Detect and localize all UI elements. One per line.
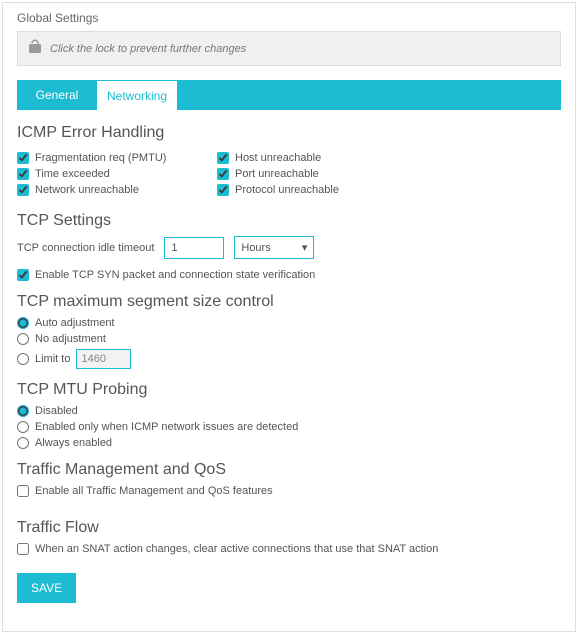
- tcp-heading: TCP Settings: [17, 212, 561, 230]
- timeout-input[interactable]: [164, 237, 224, 259]
- label-time-exceeded: Time exceeded: [35, 168, 110, 180]
- label-mtu-auto: Enabled only when ICMP network issues ar…: [35, 421, 298, 433]
- checkbox-host-unreachable[interactable]: [217, 152, 229, 164]
- label-flow-snat: When an SNAT action changes, clear activ…: [35, 543, 438, 555]
- mss-limit-input: [76, 349, 131, 369]
- label-port-unreachable: Port unreachable: [235, 168, 319, 180]
- label-host-unreachable: Host unreachable: [235, 152, 321, 164]
- lock-icon[interactable]: [26, 38, 44, 59]
- checkbox-port-unreachable[interactable]: [217, 168, 229, 180]
- mss-heading: TCP maximum segment size control: [17, 293, 561, 311]
- label-tcp-syn: Enable TCP SYN packet and connection sta…: [35, 269, 315, 281]
- checkbox-flow-snat[interactable]: [17, 543, 29, 555]
- mtu-heading: TCP MTU Probing: [17, 381, 561, 399]
- flow-heading: Traffic Flow: [17, 519, 561, 537]
- label-mtu-always: Always enabled: [35, 437, 112, 449]
- label-protocol-unreachable: Protocol unreachable: [235, 184, 339, 196]
- tab-networking[interactable]: Networking: [97, 80, 177, 110]
- timeout-unit-select[interactable]: Hours ▾: [234, 236, 314, 259]
- label-qos-enable: Enable all Traffic Management and QoS fe…: [35, 485, 273, 497]
- lock-message: Click the lock to prevent further change…: [50, 43, 246, 55]
- radio-mss-none[interactable]: [17, 333, 29, 345]
- chevron-down-icon: ▾: [302, 241, 308, 254]
- checkbox-time-exceeded[interactable]: [17, 168, 29, 180]
- label-frag-req: Fragmentation req (PMTU): [35, 152, 166, 164]
- radio-mss-limit[interactable]: [17, 353, 29, 365]
- lock-bar: Click the lock to prevent further change…: [17, 31, 561, 66]
- radio-mtu-disabled[interactable]: [17, 405, 29, 417]
- checkbox-protocol-unreachable[interactable]: [217, 184, 229, 196]
- timeout-label: TCP connection idle timeout: [17, 242, 154, 254]
- checkbox-tcp-syn[interactable]: [17, 269, 29, 281]
- page-title: Global Settings: [17, 11, 561, 25]
- checkbox-network-unreachable[interactable]: [17, 184, 29, 196]
- checkbox-frag-req[interactable]: [17, 152, 29, 164]
- label-mtu-disabled: Disabled: [35, 405, 78, 417]
- label-mss-limit: Limit to: [35, 353, 70, 365]
- qos-heading: Traffic Management and QoS: [17, 461, 561, 479]
- label-mss-none: No adjustment: [35, 333, 106, 345]
- tab-bar: General Networking: [17, 80, 561, 110]
- save-button[interactable]: SAVE: [17, 573, 76, 603]
- radio-mtu-auto[interactable]: [17, 421, 29, 433]
- radio-mtu-always[interactable]: [17, 437, 29, 449]
- label-mss-auto: Auto adjustment: [35, 317, 115, 329]
- label-network-unreachable: Network unreachable: [35, 184, 139, 196]
- radio-mss-auto[interactable]: [17, 317, 29, 329]
- checkbox-qos-enable[interactable]: [17, 485, 29, 497]
- timeout-unit-value: Hours: [241, 242, 270, 254]
- tab-general[interactable]: General: [17, 80, 97, 110]
- icmp-heading: ICMP Error Handling: [17, 124, 561, 142]
